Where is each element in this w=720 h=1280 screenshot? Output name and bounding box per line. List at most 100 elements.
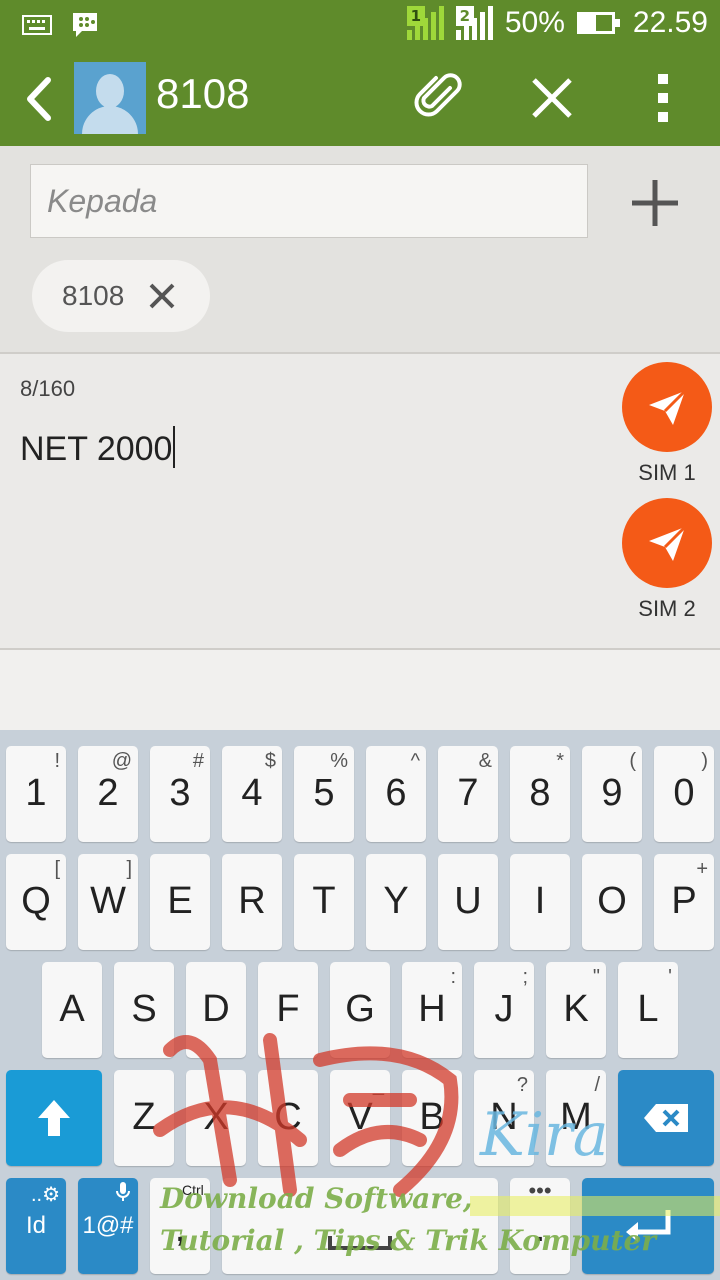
key-f[interactable]: F [258, 962, 318, 1058]
key-t[interactable]: T [294, 854, 354, 950]
key-label: 8 [529, 772, 551, 814]
ctrl-label: Ctrl [182, 1182, 204, 1198]
divider-area [0, 650, 720, 730]
soft-keyboard: ..⚙ Id 1@# Ctrl , ••• . ! 1 @2 #3 $4% 5 ^ 6 & 7 [0, 730, 720, 1280]
key-8[interactable]: * 8 [510, 746, 570, 842]
text-cursor [173, 426, 176, 468]
key-0[interactable]: ) 0 [654, 746, 714, 842]
key-secondary-label: ) [701, 750, 708, 772]
key-label: O [597, 880, 627, 922]
key-label: M [560, 1096, 592, 1138]
enter-icon [626, 1210, 671, 1242]
key-9[interactable]: (9 [582, 746, 642, 842]
key-label: P [671, 880, 697, 922]
key-j[interactable]: ; J [474, 962, 534, 1058]
to-field[interactable] [30, 164, 588, 238]
key-q[interactable]: [Q [6, 854, 66, 950]
key-label: I [534, 880, 546, 922]
key-e[interactable]: E [150, 854, 210, 950]
close-icon[interactable] [526, 72, 578, 124]
key-label: Y [383, 880, 409, 922]
key-secondary-label: _ [372, 1074, 384, 1096]
key-o[interactable]: O [582, 854, 642, 950]
key-l[interactable]: ' L [618, 962, 678, 1058]
key-b[interactable]: B [402, 1070, 462, 1166]
attach-icon[interactable] [414, 72, 466, 124]
key-secondary-label: # [192, 750, 204, 772]
key-secondary-label: * [556, 750, 564, 772]
key-d[interactable]: D [186, 962, 246, 1058]
key-g[interactable]: G [330, 962, 390, 1058]
key-secondary-label: : [450, 966, 456, 988]
key-5[interactable]: % 5 [294, 746, 354, 842]
sim2-label: 2 [455, 6, 474, 26]
add-recipient-icon[interactable] [628, 176, 682, 230]
key-label: 4 [241, 772, 263, 814]
key-r[interactable]: R [222, 854, 282, 950]
sim1-label: 1 [406, 6, 425, 26]
key-label: F [276, 988, 300, 1030]
status-bar: 1 2 50% 22.59 [0, 0, 720, 50]
message-input[interactable]: NET 2000 [20, 426, 176, 469]
key-2[interactable]: @2 [78, 746, 138, 842]
key-h[interactable]: :H [402, 962, 462, 1058]
key-label: V [347, 1096, 373, 1138]
key-label: B [419, 1096, 445, 1138]
contact-avatar[interactable] [74, 62, 146, 134]
key-7[interactable]: & 7 [438, 746, 498, 842]
key-u[interactable]: U [438, 854, 498, 950]
key-secondary-label: % [330, 750, 348, 772]
space-key[interactable] [222, 1178, 498, 1274]
key-1[interactable]: ! 1 [6, 746, 66, 842]
key-label: Q [21, 880, 51, 922]
key-s[interactable]: S [114, 962, 174, 1058]
key-x[interactable]: X [186, 1070, 246, 1166]
key-secondary-label: ] [126, 858, 132, 880]
period-key[interactable]: ••• . [510, 1178, 570, 1274]
keyboard-icon [22, 15, 52, 35]
key-label: S [131, 988, 157, 1030]
key-a[interactable]: A [42, 962, 102, 1058]
send-sim1-label: SIM 1 [638, 460, 696, 485]
key-secondary-label: ? [516, 1074, 528, 1096]
key-label: T [312, 880, 336, 922]
key-secondary-label: $ [264, 750, 276, 772]
remove-recipient-icon[interactable] [146, 280, 178, 312]
back-icon[interactable] [20, 74, 60, 124]
key-i[interactable]: I [510, 854, 570, 950]
key-w[interactable]: ] W [78, 854, 138, 950]
key-y[interactable]: Y [366, 854, 426, 950]
key-label: D [202, 988, 230, 1030]
key-label: 6 [385, 772, 407, 814]
overflow-menu-icon[interactable] [638, 72, 690, 124]
recipient-chip[interactable]: 8108 [32, 260, 210, 332]
key-p[interactable]: + P [654, 854, 714, 950]
shift-key[interactable] [6, 1070, 102, 1166]
backspace-key[interactable] [618, 1070, 714, 1166]
symbols-key[interactable]: 1@# [78, 1178, 138, 1274]
key-label: R [238, 880, 266, 922]
key-label: E [167, 880, 193, 922]
key-secondary-label: & [478, 750, 492, 772]
key-v[interactable]: _ V [330, 1070, 390, 1166]
microphone-icon [116, 1182, 130, 1201]
key-label: W [90, 880, 126, 922]
recipient-chip-label: 8108 [62, 280, 125, 311]
key-4[interactable]: $4 [222, 746, 282, 842]
key-secondary-label: " [592, 966, 600, 988]
key-n[interactable]: ? N [474, 1070, 534, 1166]
key-label: K [563, 988, 589, 1030]
key-c[interactable]: C [258, 1070, 318, 1166]
send-sim1-button[interactable] [622, 362, 712, 452]
key-6[interactable]: ^ 6 [366, 746, 426, 842]
key-secondary-label: / [594, 1074, 600, 1096]
send-sim2-button[interactable] [622, 498, 712, 588]
language-key[interactable]: ..⚙ Id [6, 1178, 66, 1274]
enter-key[interactable] [582, 1178, 714, 1274]
key-3[interactable]: #3 [150, 746, 210, 842]
key-label: X [203, 1096, 229, 1138]
key-k[interactable]: " K [546, 962, 606, 1058]
key-m[interactable]: / M [546, 1070, 606, 1166]
comma-key[interactable]: Ctrl , [150, 1178, 210, 1274]
key-z[interactable]: Z [114, 1070, 174, 1166]
